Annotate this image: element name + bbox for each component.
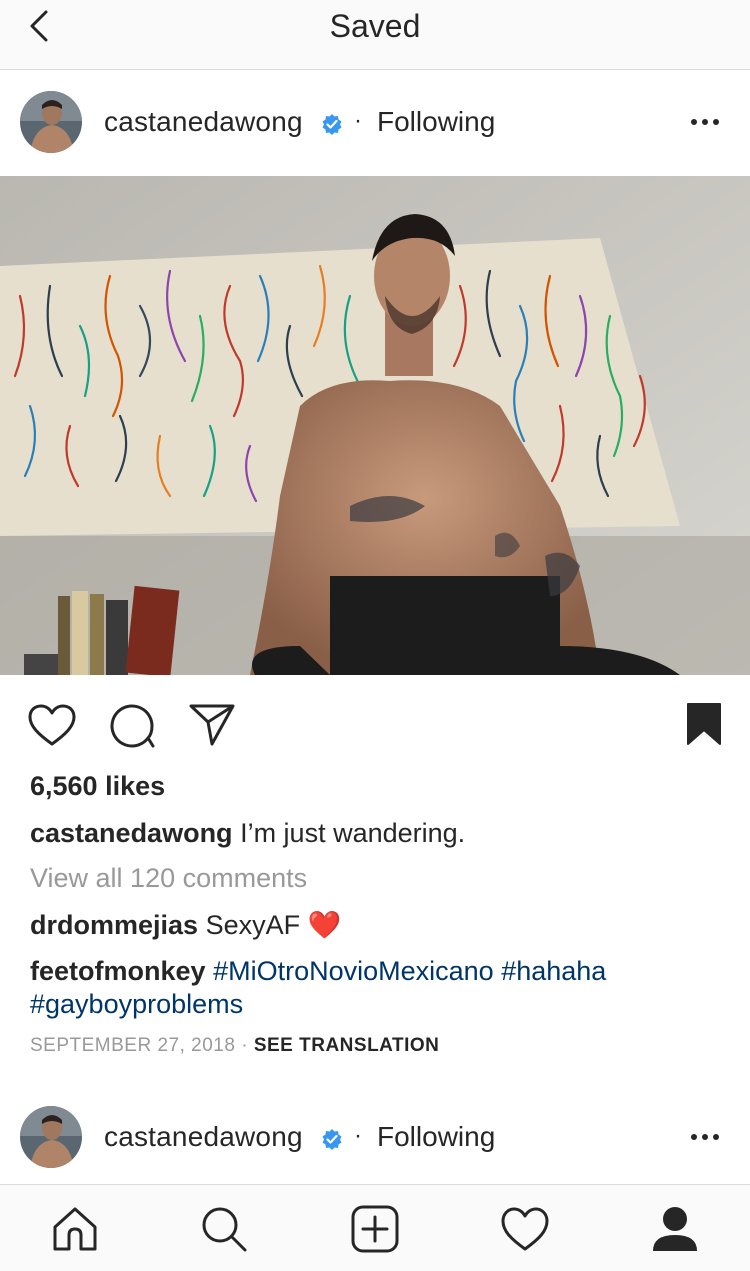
see-translation-link[interactable]: SEE TRANSLATION: [254, 1035, 440, 1056]
separator-dot: ·: [354, 1122, 362, 1149]
caption-text: I’m just wandering.: [232, 818, 466, 848]
verified-badge-icon: [322, 114, 342, 135]
hashtag-link[interactable]: #gayboyproblems: [30, 989, 243, 1019]
search-icon[interactable]: [200, 1205, 248, 1253]
avatar[interactable]: [20, 1106, 82, 1168]
avatar[interactable]: [20, 91, 82, 153]
comment-username[interactable]: feetofmonkey: [30, 956, 206, 986]
separator-dot: ·: [354, 107, 362, 134]
comment-username[interactable]: drdommejias: [30, 910, 198, 940]
hashtag-link[interactable]: #MiOtroNovioMexicano: [213, 956, 494, 986]
activity-heart-icon[interactable]: [501, 1205, 549, 1253]
post-date: SEPTEMBER 27, 2018: [30, 1035, 236, 1056]
more-options-icon[interactable]: [690, 117, 720, 127]
profile-icon[interactable]: [651, 1205, 699, 1253]
next-post-header: castanedawong · Following: [0, 1086, 750, 1190]
comment: feetofmonkey #MiOtroNovioMexicano #hahah…: [30, 955, 730, 1021]
post-username[interactable]: castanedawong: [104, 1121, 303, 1153]
home-icon[interactable]: [51, 1205, 99, 1253]
more-options-icon[interactable]: [690, 1132, 720, 1142]
post-meta: SEPTEMBER 27, 2018 · SEE TRANSLATION: [30, 1035, 439, 1057]
comment-icon[interactable]: [108, 702, 156, 748]
following-button[interactable]: Following: [377, 1121, 495, 1153]
comment: drdommejias SexyAF ❤️: [30, 909, 730, 942]
view-all-comments-link[interactable]: View all 120 comments: [30, 863, 307, 894]
post-image[interactable]: [0, 176, 750, 675]
hashtag-link[interactable]: #hahaha: [501, 956, 606, 986]
likes-count[interactable]: 6,560 likes: [30, 771, 165, 802]
comment-text: SexyAF: [198, 910, 308, 940]
bottom-nav: [0, 1184, 750, 1271]
caption: castanedawong I’m just wandering.: [30, 817, 730, 850]
following-button[interactable]: Following: [377, 106, 495, 138]
heart-icon[interactable]: [28, 704, 76, 746]
page-title: Saved: [329, 8, 421, 44]
post-header: castanedawong · Following: [0, 71, 750, 175]
add-post-icon[interactable]: [351, 1205, 399, 1253]
verified-badge-icon: [322, 1129, 342, 1150]
red-heart-emoji: ❤️: [307, 910, 342, 940]
post-username[interactable]: castanedawong: [104, 106, 303, 138]
top-bar: Saved: [0, 0, 750, 70]
meta-separator: ·: [235, 1035, 254, 1056]
bookmark-icon[interactable]: [686, 702, 722, 746]
share-icon[interactable]: [188, 702, 236, 746]
caption-username[interactable]: castanedawong: [30, 818, 233, 848]
